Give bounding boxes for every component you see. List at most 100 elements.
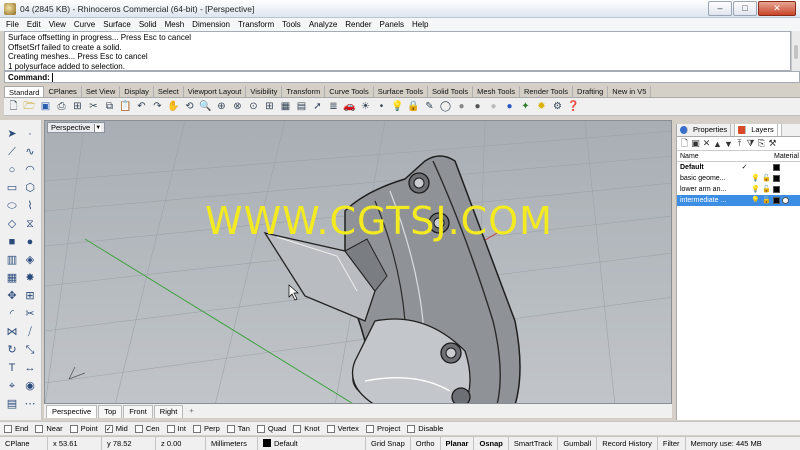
loft-icon[interactable]: ⧖ bbox=[22, 216, 38, 232]
checkbox[interactable] bbox=[293, 424, 302, 433]
box-icon[interactable]: ■ bbox=[4, 234, 20, 250]
array-icon[interactable]: ⊞ bbox=[22, 288, 38, 304]
rotate-view-icon[interactable]: ⟲ bbox=[182, 100, 197, 114]
checkbox[interactable] bbox=[226, 424, 235, 433]
open-file-icon[interactable]: 🗁 bbox=[22, 100, 37, 114]
render-icon[interactable]: ✦ bbox=[518, 100, 533, 114]
sphere-icon[interactable]: ● bbox=[22, 234, 38, 250]
tab-top[interactable]: Top bbox=[98, 404, 123, 418]
checkbox[interactable] bbox=[192, 424, 201, 433]
column-name[interactable]: Name bbox=[680, 151, 774, 161]
checkbox[interactable] bbox=[35, 424, 44, 433]
sphere-shade-icon[interactable]: ● bbox=[454, 100, 469, 114]
trim-icon[interactable]: ✂ bbox=[22, 306, 38, 322]
cplane-indicator[interactable]: CPlane bbox=[0, 437, 48, 450]
layer-tools-icon[interactable]: ⚒ bbox=[767, 138, 778, 149]
split-icon[interactable]: ⧸ bbox=[22, 324, 38, 340]
print-icon[interactable]: ⎙ bbox=[54, 100, 69, 114]
import-icon[interactable]: ⊞ bbox=[70, 100, 85, 114]
move-up-level-icon[interactable]: ⤒ bbox=[734, 138, 745, 149]
osnap-disable[interactable]: Disable bbox=[407, 424, 443, 433]
checkbox[interactable] bbox=[326, 424, 335, 433]
point-icon[interactable]: • bbox=[374, 100, 389, 114]
menu-file[interactable]: File bbox=[2, 18, 23, 31]
render-view-icon[interactable]: ◉ bbox=[22, 378, 38, 394]
zoom-window-icon[interactable]: ⊕ bbox=[214, 100, 229, 114]
pan-icon[interactable]: ✋ bbox=[166, 100, 181, 114]
select-icon[interactable]: ➚ bbox=[310, 100, 325, 114]
freeform-icon[interactable]: ⌇ bbox=[22, 198, 38, 214]
lightbulb-icon[interactable]: 💡 bbox=[390, 100, 405, 114]
checkbox-checked[interactable]: ✓ bbox=[104, 424, 113, 433]
tab-perspective[interactable]: Perspective bbox=[46, 404, 98, 418]
filter-icon[interactable]: ⧩ bbox=[745, 138, 756, 149]
ortho-toggle[interactable]: Ortho bbox=[411, 437, 441, 450]
layer-row[interactable]: basic geome... 💡 🔓 bbox=[677, 173, 800, 184]
tab-select[interactable]: Select bbox=[154, 86, 184, 97]
osnap-mid[interactable]: ✓ Mid bbox=[104, 424, 128, 433]
gumball-toggle[interactable]: Gumball bbox=[558, 437, 598, 450]
ellipse-icon[interactable]: ⬭ bbox=[4, 198, 20, 214]
copy-icon[interactable]: ⧉ bbox=[102, 100, 117, 114]
cut-icon[interactable]: ✂ bbox=[86, 100, 101, 114]
menu-curve[interactable]: Curve bbox=[70, 18, 99, 31]
lock-icon[interactable]: 🔓 bbox=[762, 185, 771, 194]
menu-analyze[interactable]: Analyze bbox=[305, 18, 341, 31]
checkbox[interactable] bbox=[256, 424, 265, 433]
menu-help[interactable]: Help bbox=[408, 18, 432, 31]
polygon-icon[interactable]: ⬡ bbox=[22, 180, 38, 196]
lock-icon[interactable]: 🔓 bbox=[762, 174, 771, 183]
sphere-render-icon[interactable]: ● bbox=[470, 100, 485, 114]
menu-solid[interactable]: Solid bbox=[135, 18, 161, 31]
grid-snap-icon[interactable]: ⋯ bbox=[22, 396, 38, 412]
extrude-icon[interactable]: ▥ bbox=[4, 252, 20, 268]
tab-display[interactable]: Display bbox=[120, 86, 154, 97]
osnap-point[interactable]: Point bbox=[69, 424, 98, 433]
new-sublayer-icon[interactable]: ▣ bbox=[690, 138, 701, 149]
tab-curve-tools[interactable]: Curve Tools bbox=[325, 86, 374, 97]
menu-surface[interactable]: Surface bbox=[99, 18, 135, 31]
lightbulb-icon[interactable]: 💡 bbox=[751, 185, 760, 194]
layer-state-icon[interactable]: ⎘ bbox=[756, 138, 767, 149]
new-file-icon[interactable]: 🗋 bbox=[6, 100, 21, 114]
osnap-cen[interactable]: Cen bbox=[134, 424, 160, 433]
arc-icon[interactable]: ◠ bbox=[22, 162, 38, 178]
menu-edit[interactable]: Edit bbox=[23, 18, 45, 31]
dimension-icon[interactable]: ↔ bbox=[22, 360, 38, 376]
filter-toggle[interactable]: Filter bbox=[658, 437, 686, 450]
checkbox[interactable] bbox=[166, 424, 175, 433]
osnap-int[interactable]: Int bbox=[166, 424, 186, 433]
explode-icon[interactable]: ✸ bbox=[22, 270, 38, 286]
sphere-ghost-icon[interactable]: ● bbox=[486, 100, 501, 114]
tab-surface-tools[interactable]: Surface Tools bbox=[374, 86, 429, 97]
record-history-toggle[interactable]: Record History bbox=[597, 437, 658, 450]
layout-icon[interactable]: ▤ bbox=[4, 396, 20, 412]
four-view-icon[interactable]: ⊞ bbox=[262, 100, 277, 114]
zoom-extents-icon[interactable]: ⊗ bbox=[230, 100, 245, 114]
perspective-viewport[interactable]: Perspective ▼ WWW.CGTSJ.COM bbox=[44, 120, 672, 404]
menu-tools[interactable]: Tools bbox=[278, 18, 305, 31]
close-button[interactable]: ✕ bbox=[758, 1, 796, 16]
delete-layer-icon[interactable]: ✕ bbox=[701, 138, 712, 149]
menu-dimension[interactable]: Dimension bbox=[188, 18, 234, 31]
maximize-button[interactable]: □ bbox=[733, 1, 757, 16]
history-scrollbar[interactable] bbox=[791, 31, 800, 71]
tab-new-in-v5[interactable]: New in V5 bbox=[608, 86, 652, 97]
lightbulb-icon[interactable]: 💡 bbox=[751, 196, 760, 205]
command-line[interactable]: Command: bbox=[4, 71, 800, 83]
circle-icon[interactable]: ○ bbox=[4, 162, 20, 178]
tab-layers[interactable]: Layers bbox=[735, 124, 782, 136]
layer-icon[interactable]: ≣ bbox=[326, 100, 341, 114]
tab-standard[interactable]: Standard bbox=[4, 86, 45, 97]
units-display[interactable]: Millimeters bbox=[206, 437, 258, 450]
point-icon[interactable]: · bbox=[22, 126, 38, 142]
undo-icon[interactable]: ↶ bbox=[134, 100, 149, 114]
tab-render-tools[interactable]: Render Tools bbox=[520, 86, 574, 97]
tab-right[interactable]: Right bbox=[153, 404, 184, 418]
checkbox[interactable] bbox=[365, 424, 374, 433]
checkbox[interactable] bbox=[4, 424, 12, 433]
select-arrow-icon[interactable]: ➤ bbox=[4, 126, 20, 142]
surface-icon[interactable]: ◇ bbox=[4, 216, 20, 232]
osnap-project[interactable]: Project bbox=[365, 424, 400, 433]
lock-icon[interactable]: 🔒 bbox=[406, 100, 421, 114]
